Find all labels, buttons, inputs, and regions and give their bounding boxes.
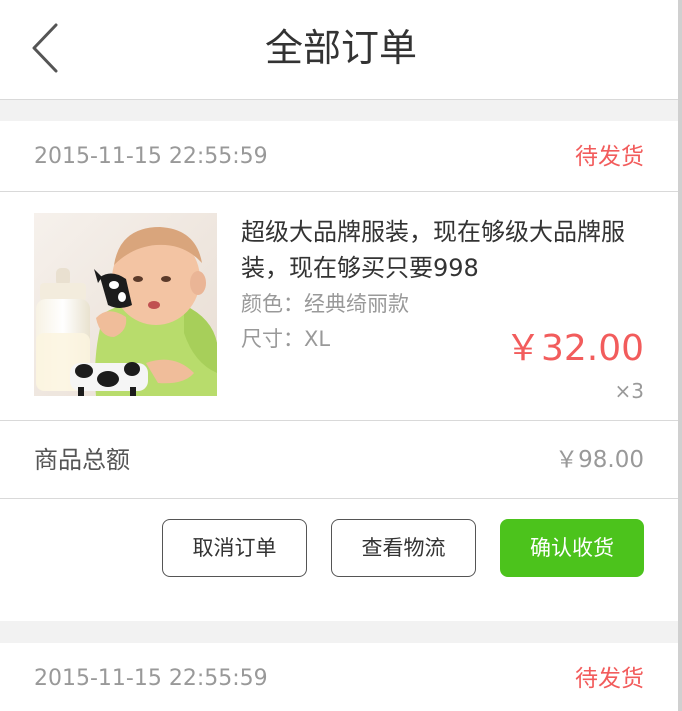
- order-header: 2015-11-15 22:55:59 待发货: [0, 121, 678, 192]
- order-total-row: 商品总额 ￥98.00: [0, 421, 678, 499]
- order-header: 2015-11-15 22:55:59 待发货: [0, 643, 678, 711]
- view-logistics-button[interactable]: 查看物流: [331, 519, 476, 577]
- product-price: ￥32.00: [504, 328, 644, 369]
- product-color: 颜色：经典绮丽款: [241, 292, 409, 316]
- order-status: 待发货: [575, 144, 644, 170]
- page-title: 全部订单: [264, 26, 417, 70]
- order-card: 2015-11-15 22:55:59 待发货: [0, 121, 678, 621]
- order-actions: 取消订单 查看物流 确认收货: [0, 499, 678, 621]
- baby-toy-photo: [34, 213, 217, 396]
- order-time: 2015-11-15 22:55:59: [34, 144, 268, 169]
- product-name[interactable]: 超级大品牌服装，现在够级大品牌服装，现在够买只要998: [241, 214, 651, 286]
- cancel-order-button[interactable]: 取消订单: [162, 519, 307, 577]
- order-list-screen: 全部订单 2015-11-15 22:55:59 待发货 超级大品牌服装，现在够…: [0, 0, 682, 711]
- total-label: 商品总额: [34, 446, 130, 474]
- product-size: 尺寸：XL: [241, 327, 331, 351]
- confirm-receipt-button[interactable]: 确认收货: [500, 519, 644, 577]
- product-item[interactable]: 超级大品牌服装，现在够级大品牌服装，现在够买只要998 颜色：经典绮丽款 尺寸：…: [0, 192, 678, 421]
- product-image[interactable]: [34, 213, 217, 396]
- scrollbar[interactable]: [678, 0, 682, 711]
- product-quantity: ×3: [614, 379, 644, 403]
- order-card: 2015-11-15 22:55:59 待发货: [0, 643, 678, 711]
- total-value: ￥98.00: [555, 447, 644, 473]
- order-status: 待发货: [575, 666, 644, 692]
- order-time: 2015-11-15 22:55:59: [34, 666, 268, 691]
- header-bar: 全部订单: [0, 0, 682, 100]
